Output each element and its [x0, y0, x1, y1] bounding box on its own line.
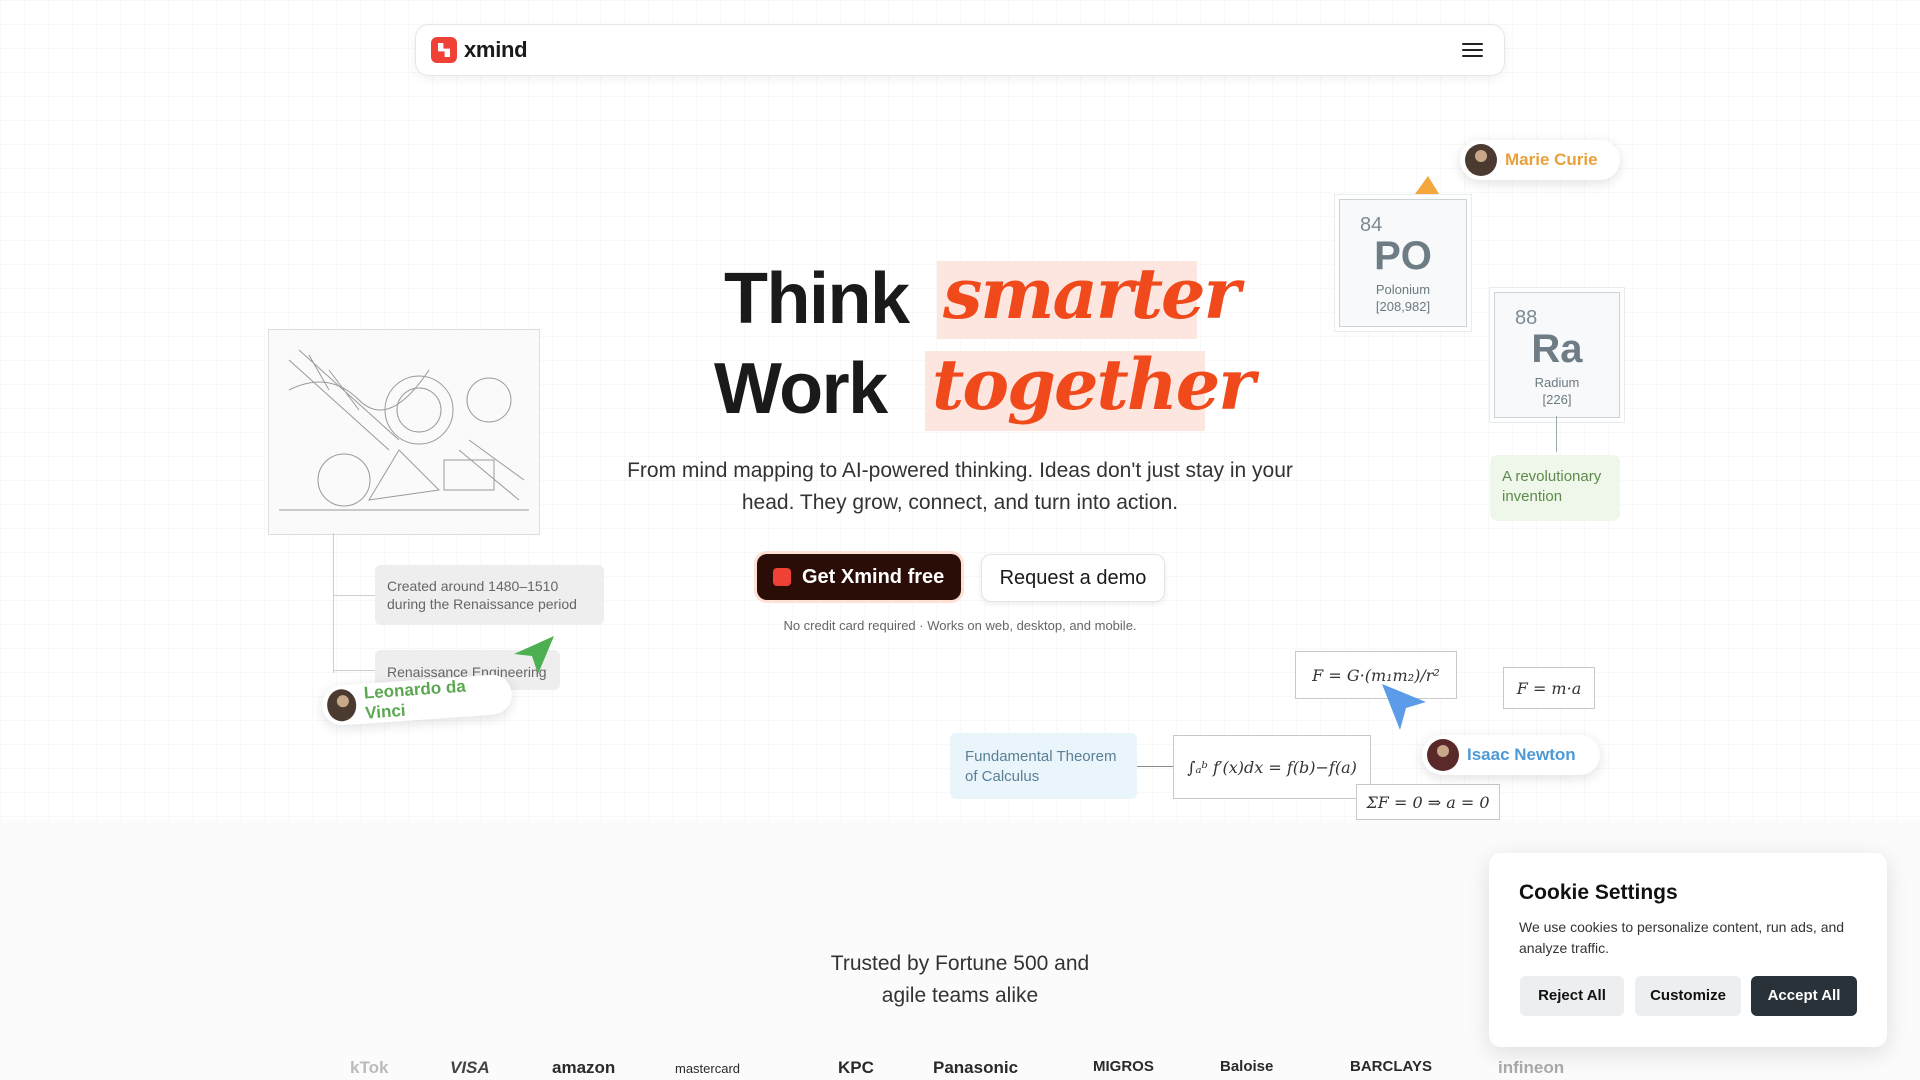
accept-all-button[interactable]: Accept All [1751, 976, 1857, 1016]
green-cursor-icon [514, 636, 554, 674]
reject-all-button[interactable]: Reject All [1520, 976, 1624, 1016]
connector-line [333, 533, 334, 673]
gravity-formula: F = G·(m₁m₂)/r² [1295, 651, 1457, 699]
marie-curie-collaborator-tag: Marie Curie [1460, 140, 1620, 180]
marie-curie-name: Marie Curie [1505, 150, 1598, 169]
xmind-logo-icon [773, 568, 791, 586]
headline-work: Work [714, 349, 888, 429]
get-xmind-free-label: Get Xmind free [802, 566, 945, 588]
equilibrium-formula: ΣF = 0 ⇒ a = 0 [1356, 784, 1500, 820]
connector-line [1137, 766, 1173, 767]
trusted-heading: Trusted by Fortune 500 and agile teams a… [780, 948, 1140, 1012]
customer-logo-strip: kTok VISA amazon mastercard KPC Panasoni… [330, 1058, 1610, 1080]
isaac-newton-name: Isaac Newton [1467, 745, 1576, 764]
logo-mastercard: mastercard [675, 1061, 741, 1076]
leonardo-avatar [326, 688, 358, 723]
connector-line [333, 670, 375, 671]
headline-smarter: smarter [943, 252, 1240, 335]
leonardo-date-card: Created around 1480–1510 during the Rena… [375, 565, 604, 625]
request-demo-button[interactable]: Request a demo [981, 554, 1165, 602]
leonardo-sketch-image [268, 329, 540, 535]
calculus-card: Fundamental Theorem of Calculus [950, 733, 1137, 799]
hamburger-menu-icon[interactable] [1462, 39, 1484, 61]
brand-name[interactable]: xmind [464, 37, 528, 63]
cookie-description: We use cookies to personalize content, r… [1519, 919, 1845, 956]
logo-amazon: amazon [552, 1058, 616, 1077]
logo-baloise: Baloise [1220, 1058, 1274, 1075]
xmind-logo-icon[interactable] [431, 37, 457, 63]
isaac-newton-avatar [1427, 739, 1459, 771]
connector-line [1556, 416, 1557, 452]
marie-curie-avatar [1465, 144, 1497, 176]
radium-element-tile: 88 Ra Radium [226] [1494, 292, 1620, 418]
logo-migros: MIGROS [1093, 1058, 1154, 1075]
trusted-line-2: agile teams alike [881, 984, 1039, 1007]
polonium-mass: [208,982] [1375, 299, 1431, 314]
radium-mass: [226] [1542, 392, 1572, 407]
get-xmind-free-button[interactable]: Get Xmind free [757, 554, 961, 600]
hero-subtitle: From mind mapping to AI-powered thinking… [627, 459, 1293, 514]
blue-cursor-icon [1382, 684, 1426, 730]
radium-symbol: Ra [1531, 327, 1583, 371]
polonium-symbol: PO [1374, 234, 1432, 278]
cookie-title: Cookie Settings [1519, 881, 1678, 904]
top-navigation: xmind [415, 24, 1505, 76]
customize-button[interactable]: Customize [1635, 976, 1741, 1016]
polonium-element-tile: 84 PO Polonium [208,982] [1339, 199, 1467, 327]
trusted-line-1: Trusted by Fortune 500 and [830, 952, 1090, 975]
calculus-formula: ∫ₐᵇ f′(x)dx = f(b)−f(a) [1173, 735, 1371, 799]
connector-line [333, 595, 375, 596]
headline-together: together [932, 343, 1255, 426]
invention-card: A revolutionary invention [1490, 455, 1620, 521]
logo-infineon: infineon [1498, 1058, 1565, 1077]
cta-note: No credit card required · Works on web, … [783, 618, 1137, 633]
polonium-name: Polonium [1375, 282, 1431, 297]
headline-think: Think [724, 259, 910, 339]
logo-tiktok: kTok [350, 1058, 389, 1077]
second-law-formula: F = m·a [1503, 667, 1595, 709]
radium-name: Radium [1534, 375, 1580, 390]
logo-panasonic: Panasonic [933, 1058, 1019, 1077]
isaac-newton-collaborator-tag: Isaac Newton [1422, 735, 1600, 775]
logo-kpc: KPC [838, 1058, 874, 1077]
cookie-settings-dialog: Cookie Settings We use cookies to person… [1489, 853, 1887, 1047]
logo-visa: VISA [450, 1058, 490, 1077]
logo-barclays: BARCLAYS [1350, 1058, 1432, 1075]
